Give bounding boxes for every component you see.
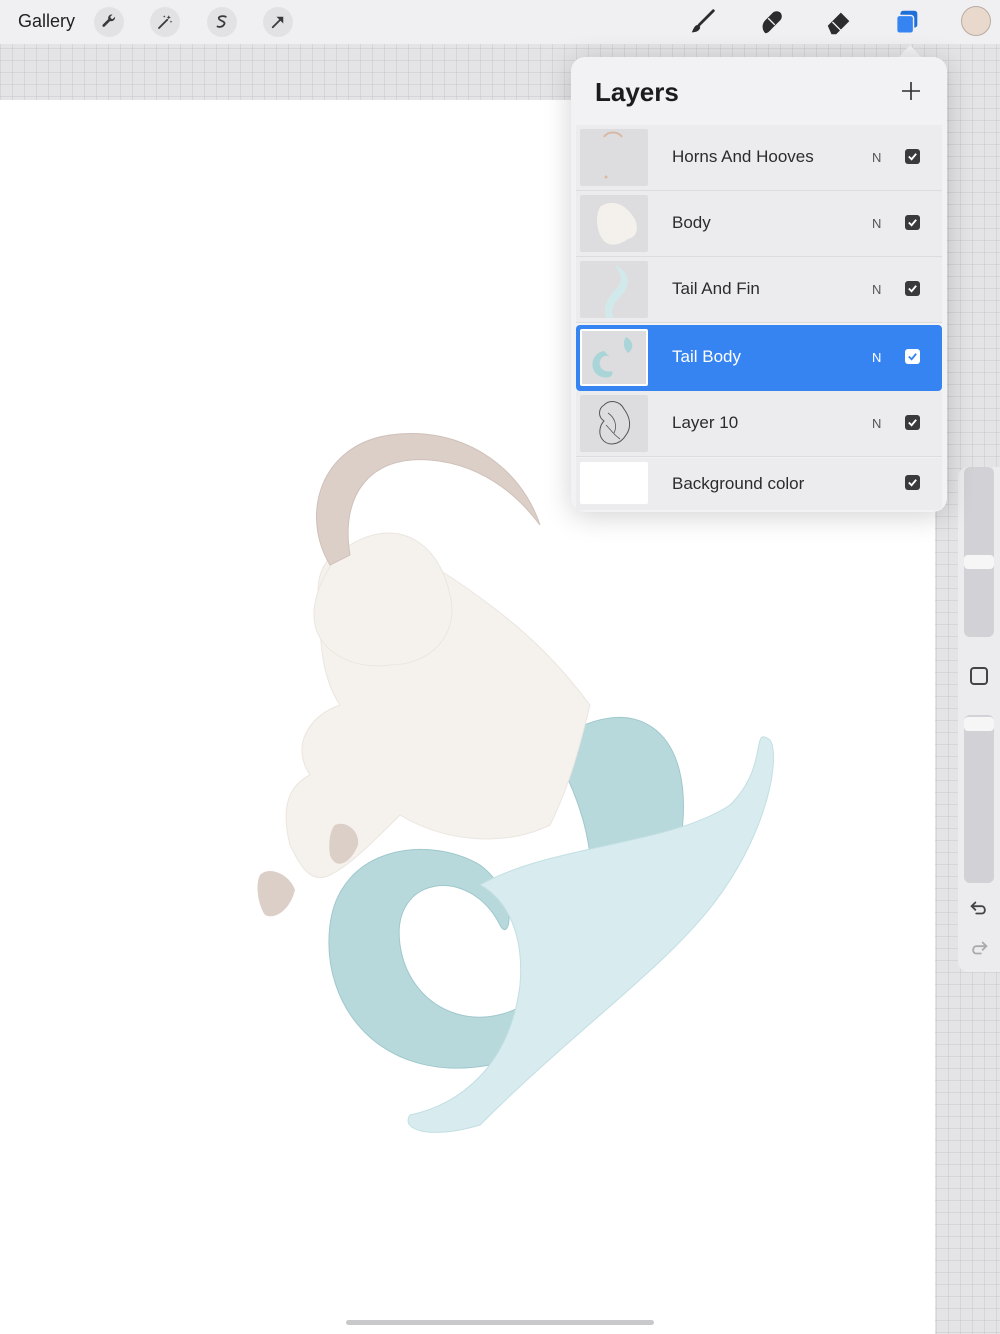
brush-icon[interactable] xyxy=(687,6,719,38)
magic-wand-icon[interactable] xyxy=(150,7,180,37)
blend-mode-button[interactable]: N xyxy=(872,416,881,431)
layer-name: Layer 10 xyxy=(672,413,739,432)
blend-mode-button[interactable]: N xyxy=(872,350,881,365)
visibility-checkbox[interactable] xyxy=(905,415,920,430)
layer-name: Tail And Fin xyxy=(672,279,760,298)
visibility-checkbox[interactable] xyxy=(905,349,920,364)
opacity-slider[interactable] xyxy=(964,715,994,883)
layer-thumbnail xyxy=(580,261,648,318)
layer-row-horns-and-hooves[interactable]: Horns And Hooves N xyxy=(576,125,942,191)
capricorn-artwork xyxy=(257,433,774,1133)
layer-row-layer-10[interactable]: Layer 10 N xyxy=(576,391,942,457)
home-indicator xyxy=(346,1320,654,1325)
selection-icon[interactable] xyxy=(207,7,237,37)
layer-thumbnail xyxy=(580,129,648,186)
color-picker-button[interactable] xyxy=(961,6,991,36)
side-slider-bar xyxy=(958,467,1000,972)
gallery-button[interactable]: Gallery xyxy=(18,11,75,32)
visibility-checkbox[interactable] xyxy=(905,215,920,230)
layer-thumbnail xyxy=(580,195,648,252)
visibility-checkbox[interactable] xyxy=(905,149,920,164)
smudge-icon[interactable] xyxy=(755,6,787,38)
panel-title: Layers xyxy=(595,77,679,107)
layer-name: Horns And Hooves xyxy=(672,147,814,166)
layer-row-tail-and-fin[interactable]: Tail And Fin N xyxy=(576,257,942,323)
eraser-icon[interactable] xyxy=(823,6,855,38)
layers-panel: Layers Horns And Hooves N Body N Tail An… xyxy=(571,57,947,512)
layer-name: Tail Body xyxy=(672,347,741,366)
top-toolbar: Gallery xyxy=(0,0,1000,44)
layer-thumbnail xyxy=(580,395,648,452)
visibility-checkbox[interactable] xyxy=(905,475,920,490)
square-icon[interactable] xyxy=(970,667,988,685)
layer-row-background-color[interactable]: Background color xyxy=(576,458,942,510)
layers-icon[interactable] xyxy=(891,6,923,38)
wrench-icon[interactable] xyxy=(94,7,124,37)
visibility-checkbox[interactable] xyxy=(905,281,920,296)
layer-row-body[interactable]: Body N xyxy=(576,191,942,257)
layer-name: Background color xyxy=(672,474,805,493)
blend-mode-button[interactable]: N xyxy=(872,216,881,231)
plus-icon[interactable] xyxy=(899,79,923,103)
transform-arrow-icon[interactable] xyxy=(263,7,293,37)
opacity-handle[interactable] xyxy=(964,717,994,731)
layer-thumbnail xyxy=(580,329,648,386)
blend-mode-button[interactable]: N xyxy=(872,282,881,297)
blend-mode-button[interactable]: N xyxy=(872,150,881,165)
layer-row-tail-body[interactable]: Tail Body N xyxy=(576,325,942,391)
undo-icon[interactable] xyxy=(968,897,990,919)
brush-size-handle[interactable] xyxy=(964,555,994,569)
brush-size-slider[interactable] xyxy=(964,467,994,637)
background-color-swatch[interactable] xyxy=(580,462,648,504)
layer-name: Body xyxy=(672,213,711,232)
redo-icon[interactable] xyxy=(968,937,990,959)
